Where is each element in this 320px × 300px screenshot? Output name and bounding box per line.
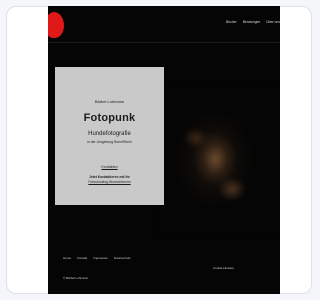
nav-link-consulting[interactable]: Beratungen: [243, 20, 261, 24]
site-subtitle: Hundefotografie: [88, 131, 131, 137]
site-tagline: in der Umgebung Bonn/Rhein: [87, 140, 132, 144]
cookie-notice-link[interactable]: Cookie-Hinweis: [213, 266, 234, 270]
site-logo[interactable]: [48, 12, 64, 38]
footer-link-contact[interactable]: Kontakt: [77, 256, 87, 260]
hero-dog-photo: [160, 84, 280, 234]
nav-link-books[interactable]: Bücher: [226, 20, 237, 24]
contact-link[interactable]: Kontakten: [55, 165, 164, 169]
main-nav: Bücher Beratungen Über uns: [226, 20, 280, 24]
appointment-link[interactable]: Fotoshooting-Wunschtermin: [55, 180, 164, 184]
copyright-text: © Bärbel Lohmann: [63, 276, 89, 280]
nav-link-about[interactable]: Über uns: [266, 20, 280, 24]
footer-link-imprint[interactable]: Impressum: [93, 256, 108, 260]
photographer-name: Bärbel Lohmann: [94, 99, 125, 104]
footer-nav: Home Kontakt Impressum Datenschutz: [63, 256, 131, 260]
cta-line: Jetzt Kontaktieren mit Ihr: [89, 175, 130, 179]
intro-info-box: Bärbel Lohmann Fotopunk Hundefotografie …: [55, 67, 164, 205]
site-title: Fotopunk: [83, 112, 136, 124]
footer-link-home[interactable]: Home: [63, 256, 71, 260]
website-preview: Bücher Beratungen Über uns Bärbel Lohman…: [48, 6, 280, 294]
header-divider: [48, 42, 280, 43]
footer-link-privacy[interactable]: Datenschutz: [114, 256, 131, 260]
